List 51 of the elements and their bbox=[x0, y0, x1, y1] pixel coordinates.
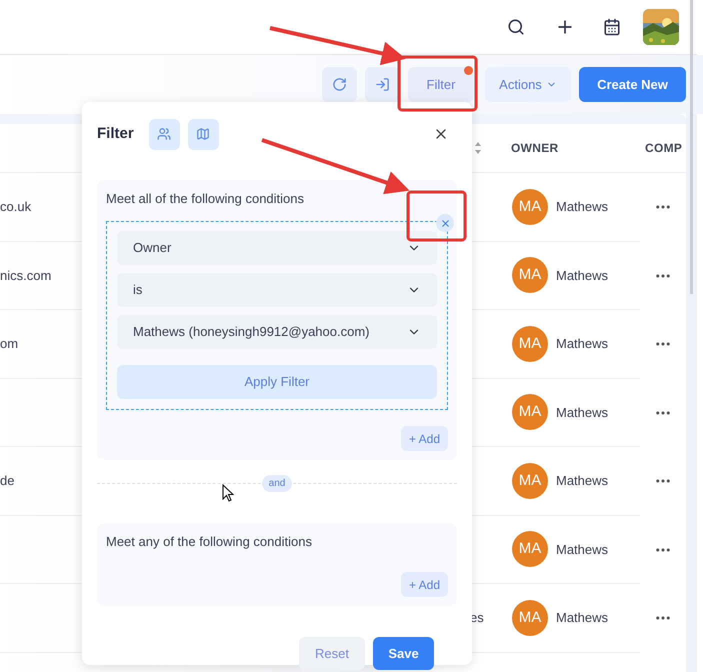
refresh-button[interactable] bbox=[322, 67, 357, 102]
group-heading: Meet all of the following conditions bbox=[106, 190, 306, 208]
reset-button[interactable]: Reset bbox=[299, 637, 365, 670]
add-button[interactable]: + Add bbox=[400, 572, 448, 597]
apply-filter-button[interactable]: Apply Filter bbox=[117, 365, 437, 399]
refresh-icon bbox=[332, 77, 347, 92]
column-header: COMP bbox=[645, 140, 684, 157]
avatar: MA bbox=[512, 462, 548, 499]
sort-icon[interactable] bbox=[474, 141, 482, 155]
group-button[interactable] bbox=[148, 118, 180, 150]
column-header: OWNER bbox=[511, 140, 560, 157]
avatar: MA bbox=[512, 394, 548, 430]
avatar: MA bbox=[512, 257, 548, 294]
owner-name: Mathews bbox=[556, 266, 608, 284]
owner-name: Mathews bbox=[556, 472, 608, 490]
avatar: MA bbox=[512, 600, 548, 636]
import-button[interactable] bbox=[365, 67, 400, 102]
search-icon[interactable] bbox=[507, 18, 525, 36]
owner-name: Mathews bbox=[556, 609, 608, 627]
owner-name: Mathews bbox=[556, 540, 608, 558]
save-button[interactable]: Save bbox=[373, 637, 434, 670]
highlight-frame bbox=[406, 190, 466, 242]
actions-button[interactable]: Actions bbox=[485, 67, 571, 102]
owner-name: Mathews bbox=[556, 404, 608, 422]
import-icon bbox=[375, 77, 390, 92]
create-new-button[interactable]: Create New bbox=[579, 67, 686, 102]
dropdown[interactable]: Owner bbox=[117, 231, 437, 265]
dropdown[interactable]: is bbox=[117, 273, 437, 307]
users-icon bbox=[157, 127, 172, 141]
calendar-icon[interactable] bbox=[603, 18, 621, 36]
table-cell-text: de bbox=[0, 472, 14, 490]
remove-condition-button[interactable] bbox=[436, 214, 454, 232]
table-cell-text: nics.com bbox=[0, 266, 52, 284]
owner-name: Mathews bbox=[556, 335, 608, 353]
joiner-tag: and bbox=[262, 475, 292, 492]
panel-title: Filter bbox=[97, 124, 134, 144]
avatar: MA bbox=[512, 531, 548, 568]
map-icon bbox=[196, 127, 210, 141]
map-button[interactable] bbox=[188, 118, 219, 150]
close-icon bbox=[440, 218, 450, 228]
table-cell-text: om bbox=[0, 335, 18, 353]
avatar: MA bbox=[512, 326, 548, 362]
group-heading: Meet any of the following conditions bbox=[106, 533, 313, 551]
avatar: MA bbox=[512, 188, 548, 225]
add-button[interactable]: + Add bbox=[400, 426, 448, 451]
scrollbar[interactable] bbox=[690, 0, 693, 294]
cursor-icon bbox=[222, 484, 234, 502]
dropdown[interactable]: Mathews (honeysingh9912@yahoo.com) bbox=[117, 315, 437, 349]
filter-button[interactable]: Filter bbox=[408, 67, 474, 102]
owner-name: Mathews bbox=[556, 198, 608, 216]
table-cell-text: co.uk bbox=[0, 198, 32, 216]
